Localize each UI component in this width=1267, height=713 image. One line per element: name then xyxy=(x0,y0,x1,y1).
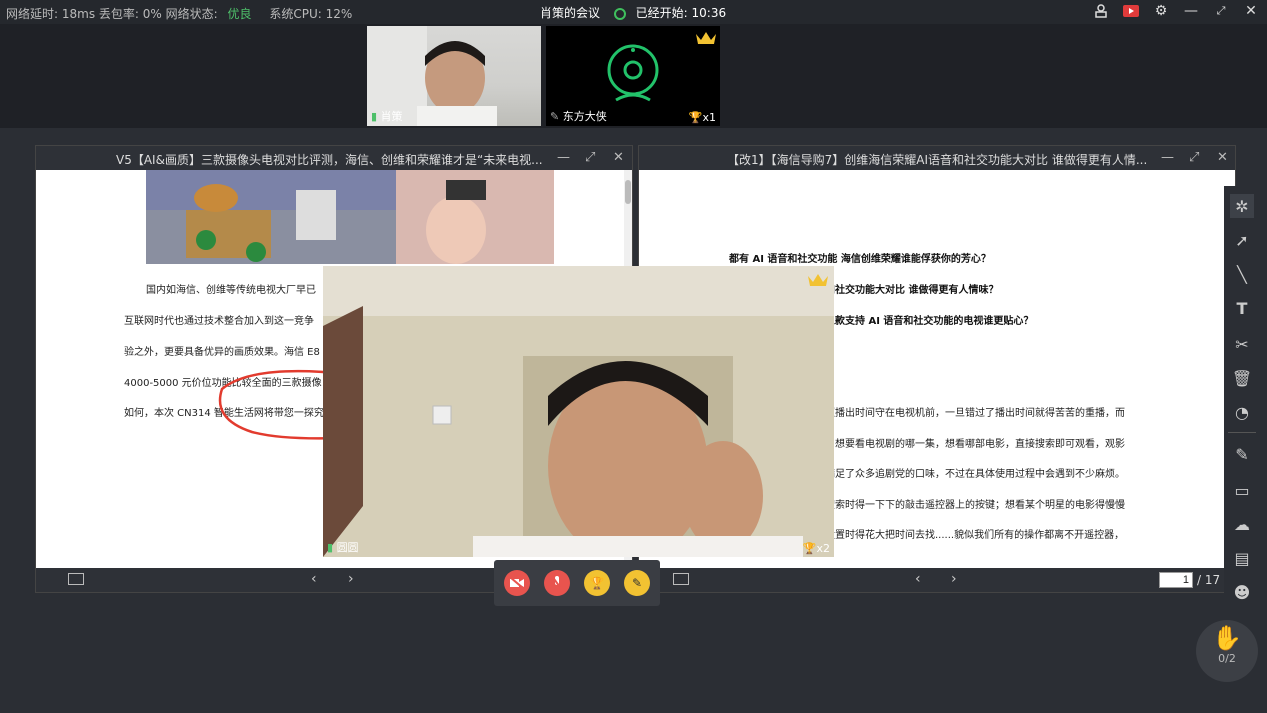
window-controls: ⚙ — ⤢ ✕ xyxy=(1093,3,1259,19)
page-input[interactable] xyxy=(1159,572,1193,588)
doc-line: 互联网时代也通过技术整合加入到这一竞争 xyxy=(124,316,314,327)
doc-line: 国内如海信、创维等传统电视大厂早已 xyxy=(146,285,316,296)
camera-off-button[interactable] xyxy=(504,570,530,596)
doc-image xyxy=(146,170,554,264)
doc-heading: 都有 AI 语音和社交功能 海信创维荣耀谁能俘获你的芳心？ xyxy=(729,254,991,265)
close-icon[interactable]: ✕ xyxy=(613,150,624,165)
status-bar: 网络延时: 18ms 丢包率: 0% 网络状态: 优良 系统CPU: 12% 肖… xyxy=(0,0,1267,24)
user-lock-icon[interactable] xyxy=(1093,3,1109,19)
meeting-info: 肖策的会议 已经开始: 10:36 xyxy=(540,4,726,21)
restore-icon[interactable]: ⤢ xyxy=(1213,3,1229,19)
whiteboard-toolbar: ✲ ➚ ╲ T ✂ 🗑 ◔ ✎ ▭ ☁ ▤ ☻ xyxy=(1224,186,1260,608)
next-page-icon[interactable]: › xyxy=(348,571,354,587)
laser-pointer-icon[interactable]: ◔ xyxy=(1230,400,1254,424)
mic-icon: ▮ xyxy=(371,110,378,123)
minimize-icon[interactable]: — xyxy=(1161,150,1174,165)
latency-text: 网络延时: 18ms xyxy=(6,7,96,21)
doc-titlebar[interactable]: V5【AI&画质】三款摄像头电视对比评测，海信、创维和荣耀谁才是“未来电视...… xyxy=(36,146,632,170)
participant-name: ✎ 东方大侠 xyxy=(550,110,607,123)
net-value: 优良 xyxy=(227,7,252,21)
close-icon[interactable]: ✕ xyxy=(1243,3,1259,19)
trophy-icon: 🏆 xyxy=(802,542,817,555)
select-tool-icon[interactable]: ✲ xyxy=(1230,194,1254,218)
network-status: 网络延时: 18ms 丢包率: 0% 网络状态: 优良 系统CPU: 12% xyxy=(6,5,352,22)
text-tool-icon[interactable]: T xyxy=(1230,296,1254,320)
doc-title: V5【AI&画质】三款摄像头电视对比评测，海信、创维和荣耀谁才是“未来电视... xyxy=(116,153,543,167)
hand-count: 0/2 xyxy=(1218,652,1236,665)
gear-icon[interactable]: ⚙ xyxy=(1153,3,1169,19)
meeting-title: 肖策的会议 xyxy=(540,6,601,20)
pen-off-button[interactable]: ✎ xyxy=(624,570,650,596)
trophy-count: 🏆x2 xyxy=(802,542,830,555)
toolbox-icon[interactable]: ▤ xyxy=(1230,546,1254,570)
mic-icon: ▮ xyxy=(327,541,334,554)
crown-icon xyxy=(808,272,828,292)
prev-page-icon[interactable]: ‹ xyxy=(915,571,921,587)
participant-name: ▮ 圆圆 xyxy=(327,541,359,554)
doc-line: 设置时得花大把时间去找......貌似我们所有的操作都离不开遥控器， xyxy=(825,530,1125,541)
thumbnail-toggle-icon[interactable] xyxy=(68,573,84,585)
record-icon[interactable] xyxy=(1123,3,1139,19)
note-edit-icon[interactable]: ✎ xyxy=(1230,442,1254,466)
mic-muted-icon: ✎ xyxy=(550,110,560,123)
trash-icon[interactable]: 🗑 xyxy=(1230,366,1254,390)
minimize-icon[interactable]: — xyxy=(1183,3,1199,19)
users-icon[interactable]: ☻ xyxy=(1230,580,1254,604)
doc-line: ，想要看电视剧的哪一集，想看哪部电影，直接搜索即可观看，观影 xyxy=(825,439,1125,450)
participant-controls: 🏆 ✎ xyxy=(494,560,660,606)
doc-line: 照播出时间守在电视机前，一旦错过了播出时间就得苦苦的重播，而 xyxy=(825,408,1125,419)
doc-line: 验之外，更要具备优异的画质效果。海信 E8 xyxy=(124,347,320,358)
raise-hand-button[interactable]: ✋ 0/2 xyxy=(1196,620,1258,682)
next-page-icon[interactable]: › xyxy=(951,571,957,587)
doc-title: 【改1】【海信导购7】创维海信荣耀AI语音和社交功能大对比 谁做得更有人情... xyxy=(727,153,1148,167)
doc-footer: ‹ › / 17 xyxy=(639,568,1235,592)
floating-video[interactable]: ▮ 圆圆 🏆x2 xyxy=(323,266,834,557)
cloud-icon[interactable]: ☁ xyxy=(1230,512,1254,536)
doc-titlebar[interactable]: 【改1】【海信导购7】创维海信荣耀AI语音和社交功能大对比 谁做得更有人情...… xyxy=(639,146,1235,170)
started-time: 已经开始: 10:36 xyxy=(635,6,727,20)
net-label: 网络状态: xyxy=(165,7,218,21)
minimize-icon[interactable]: — xyxy=(557,150,570,165)
page-total: / 17 xyxy=(1197,573,1221,587)
participant-tile[interactable]: ▮ 肖策 xyxy=(367,26,541,126)
trophy-icon: 🏆 xyxy=(688,111,703,124)
doc-heading: 和社交功能大对比 谁做得更有人情味？ xyxy=(825,285,999,296)
loss-text: 丢包率: 0% xyxy=(98,7,162,21)
clock-icon xyxy=(613,7,626,20)
trophy-count: 🏆x1 xyxy=(688,111,716,124)
mic-off-button[interactable] xyxy=(544,570,570,596)
crown-icon xyxy=(696,30,716,50)
prev-page-icon[interactable]: ‹ xyxy=(311,571,317,587)
doc-line: 搜索时得一下下的敲击遥控器上的按键；想看某个明星的电影得慢慢 xyxy=(825,500,1125,511)
move-tool-icon[interactable]: ➚ xyxy=(1230,228,1254,252)
expand-icon[interactable]: ⤢ xyxy=(585,150,595,165)
chat-icon[interactable]: ▭ xyxy=(1230,478,1254,502)
close-icon[interactable]: ✕ xyxy=(1217,150,1228,165)
cpu-text: 系统CPU: 12% xyxy=(269,7,353,21)
pen-tool-icon[interactable]: ╲ xyxy=(1230,262,1254,286)
trophy-button[interactable]: 🏆 xyxy=(584,570,610,596)
thumbnail-toggle-icon[interactable] xyxy=(673,573,689,585)
scissors-icon[interactable]: ✂ xyxy=(1230,332,1254,356)
participant-name: ▮ 肖策 xyxy=(371,110,403,123)
doc-heading: 三款支持 AI 语音和社交功能的电视谁更贴心？ xyxy=(825,316,1034,327)
expand-icon[interactable]: ⤢ xyxy=(1189,150,1199,165)
doc-line: 满足了众多追剧党的口味，不过在具体使用过程中会遇到不少麻烦。 xyxy=(825,469,1125,480)
video-frame xyxy=(323,266,834,557)
participant-strip: ▮ 肖策 ✎ 东方大侠 🏆x1 xyxy=(0,24,1267,128)
participant-tile[interactable]: ✎ 东方大侠 🏆x1 xyxy=(546,26,720,126)
hand-icon: ✋ xyxy=(1212,624,1242,652)
